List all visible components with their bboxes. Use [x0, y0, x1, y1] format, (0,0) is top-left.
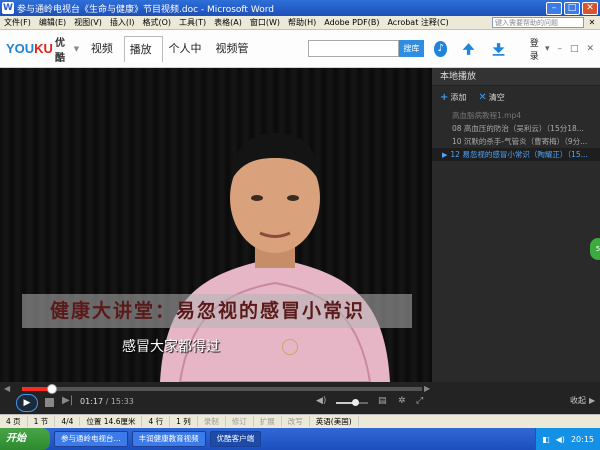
menu-acrobat-comments[interactable]: Acrobat 注释(C) [383, 17, 452, 28]
collapse-arrow-icon: ▶ [589, 396, 596, 405]
rewind-icon[interactable]: ◀ [4, 384, 10, 393]
login-link[interactable]: 登录 [530, 36, 545, 62]
playlist-item[interactable]: 08 高血压的防治（吴利云）（15分18... [432, 122, 600, 135]
tray-network-icon[interactable]: ◧ [542, 435, 550, 444]
taskbar-button-word[interactable]: 参与通岭电视台... [54, 431, 128, 447]
close-client-icon[interactable]: ✕ [586, 44, 594, 54]
program-title-banner: 健康大讲堂：易忽视的感冒小常识 [22, 294, 412, 328]
word-app-icon: W [2, 2, 14, 14]
youku-toolbar: YOUKU 优酷 ▼ 视频库 播放器 个人中心 视频管理 搜库 ♪ 登录 ▾ –… [0, 30, 600, 82]
youku-search-button[interactable]: 搜库 [398, 40, 424, 57]
word-menu-bar: 文件(F) 编辑(E) 视图(V) 插入(I) 格式(O) 工具(T) 表格(A… [0, 16, 600, 30]
music-icon[interactable]: ♪ [434, 40, 448, 57]
collapse-playlist-button[interactable]: 收起 ▶ [570, 395, 595, 406]
taskbar-button-folder[interactable]: 丰润健康教育视频 [131, 431, 206, 447]
menu-insert[interactable]: 插入(I) [106, 17, 139, 28]
help-question-input[interactable]: 键入需要帮助的问题 [492, 17, 584, 28]
now-playing-icon: ▶ [442, 151, 448, 159]
menu-tools[interactable]: 工具(T) [175, 17, 210, 28]
window-title: 参与通岭电视台《生命与健康》节目视频.doc - Microsoft Word [17, 4, 274, 15]
status-position: 位置 14.6厘米 [80, 416, 143, 427]
stop-button[interactable] [45, 398, 54, 407]
clear-button[interactable]: ✕ 清空 [478, 92, 504, 103]
maximize-button[interactable]: □ [564, 1, 580, 15]
current-time: 01:17 [80, 397, 104, 406]
menu-table[interactable]: 表格(A) [210, 17, 246, 28]
total-time: 15:33 [110, 397, 134, 406]
volume-icon[interactable]: ◀) [316, 396, 326, 406]
next-button[interactable]: ▶| [62, 395, 73, 406]
menu-help[interactable]: 帮助(H) [284, 17, 320, 28]
volume-slider[interactable] [336, 399, 368, 406]
menu-edit[interactable]: 编辑(E) [35, 17, 70, 28]
menu-format[interactable]: 格式(O) [138, 17, 175, 28]
youku-logo: YOUKU [6, 41, 53, 56]
tray-volume-icon[interactable]: ◀) [556, 435, 565, 444]
status-record[interactable]: 录制 [198, 416, 226, 427]
playlist-item[interactable]: 高血脂病教程1.mp4 [432, 109, 600, 122]
youku-search-input[interactable] [307, 40, 399, 57]
status-section: 1 节 [28, 416, 56, 427]
close-document-icon[interactable]: ✕ [587, 18, 597, 27]
skin-icon[interactable]: ▾ [545, 44, 550, 54]
playlist-item[interactable]: 10 沉默的杀手-气管炎（曹寄梅）（9分... [432, 135, 600, 148]
fullscreen-icon[interactable]: ⤢ [416, 396, 423, 406]
maximize-client-icon[interactable]: □ [570, 44, 579, 54]
status-overtype[interactable]: 改写 [282, 416, 310, 427]
playlist-item-active[interactable]: ▶ 12 易忽视的感冒小常识（陶耀正）（15... [432, 148, 600, 161]
time-display: 01:17 / 15:33 [80, 397, 134, 406]
status-extend[interactable]: 扩展 [254, 416, 282, 427]
status-column: 1 列 [170, 416, 198, 427]
player-controls: ◀ ▶ ▶ ▶| 01:17 / 15:33 ◀) ▤ ✲ ⤢ 收起 ▶ [0, 382, 600, 414]
video-subtitle: 感冒大家都得过 [122, 339, 220, 355]
menu-adobe-pdf[interactable]: Adobe PDF(B) [320, 18, 383, 27]
youku-logo-sub: 优酷 [54, 37, 65, 64]
status-track-changes[interactable]: 修订 [226, 416, 254, 427]
progress-bar[interactable] [22, 384, 422, 394]
menu-view[interactable]: 视图(V) [70, 17, 106, 28]
playlist-panel: 本地播放 + 添加 ✕ 清空 高血脂病教程1.mp4 08 高血压的防治（吴利云… [432, 68, 600, 382]
minimize-button[interactable]: – [546, 1, 562, 15]
station-logo-watermark [282, 339, 298, 355]
side-float-button[interactable]: 5 [590, 238, 600, 260]
play-button[interactable]: ▶ [16, 394, 38, 412]
minimize-client-icon[interactable]: – [557, 44, 562, 54]
volume-handle[interactable] [352, 399, 360, 406]
tab-player[interactable]: 播放器 [123, 35, 164, 82]
status-language[interactable]: 英语(美国) [310, 416, 359, 427]
taskbar-button-youku[interactable]: 优酷客户端 [209, 431, 262, 447]
close-button[interactable]: ✕ [582, 1, 598, 15]
clock: 20:15 [570, 434, 594, 444]
word-status-bar: 4 页 1 节 4/4 位置 14.6厘米 4 行 1 列 录制 修订 扩展 改… [0, 414, 600, 428]
status-page: 4 页 [0, 416, 28, 427]
status-page-of: 4/4 [55, 417, 81, 426]
playlist-toggle-icon[interactable]: ▤ [378, 396, 387, 406]
upload-icon[interactable] [461, 40, 476, 58]
progress-handle[interactable] [47, 384, 58, 394]
windows-taskbar: 开始 参与通岭电视台... 丰润健康教育视频 优酷客户端 ◧ ◀) 20:15 [0, 428, 600, 450]
plus-icon: + [440, 92, 449, 103]
download-icon[interactable] [491, 40, 506, 58]
playlist-title: 本地播放 [432, 68, 600, 86]
menu-file[interactable]: 文件(F) [0, 17, 35, 28]
add-button[interactable]: + 添加 [440, 92, 466, 103]
tab-video-management[interactable]: 视频管理 [211, 36, 258, 81]
word-title-bar: W 参与通岭电视台《生命与健康》节目视频.doc - Microsoft Wor… [0, 0, 600, 16]
system-tray: ◧ ◀) 20:15 [535, 428, 600, 450]
menu-window[interactable]: 窗口(W) [246, 17, 284, 28]
logo-dropdown-icon[interactable]: ▼ [74, 45, 79, 53]
video-player[interactable]: 健康大讲堂：易忽视的感冒小常识 感冒大家都得过 [0, 68, 432, 382]
status-line: 4 行 [142, 416, 171, 427]
forward-icon[interactable]: ▶ [424, 384, 430, 393]
settings-gear-icon[interactable]: ✲ [398, 396, 406, 406]
tab-video-library[interactable]: 视频库 [86, 36, 124, 81]
start-button[interactable]: 开始 [0, 428, 50, 450]
tab-personal-center[interactable]: 个人中心 [163, 36, 210, 81]
clear-x-icon: ✕ [478, 92, 487, 103]
